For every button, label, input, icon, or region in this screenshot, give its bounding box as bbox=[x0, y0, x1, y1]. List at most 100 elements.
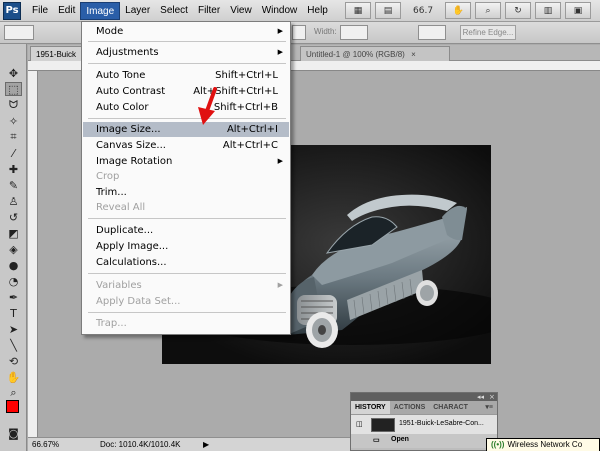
height-input[interactable] bbox=[418, 25, 446, 40]
menu-item-label: Duplicate... bbox=[96, 225, 154, 236]
menu-item-image-rotation[interactable]: Image Rotation ▶ bbox=[83, 154, 289, 169]
menu-image[interactable]: Image bbox=[80, 1, 121, 20]
zoom-tool-icon[interactable]: ⌕ bbox=[5, 386, 22, 400]
photoshop-logo: Ps bbox=[3, 1, 21, 20]
screen-mode-icon: ▣ bbox=[573, 5, 583, 16]
menu-item-crop[interactable]: Crop bbox=[83, 169, 289, 184]
tools-panel: ✥ ⬚ ᗢ ✧ ⌗ ⁄ ✚ ✎ ♙ ↺ ◩ ◈ ● ◔ ✒ T ➤ ╲ ⟲ ✋ … bbox=[0, 44, 27, 451]
tab-buick-document[interactable]: 1951-Buick bbox=[30, 46, 84, 61]
submenu-arrow-icon: ▶ bbox=[277, 48, 283, 56]
marquee-tool-icon[interactable]: ⬚ bbox=[5, 82, 22, 96]
rotate-icon: ↻ bbox=[514, 5, 522, 16]
wireless-network-notification[interactable]: ((•)) Wireless Network Co bbox=[486, 438, 600, 451]
menu-item-reveal-all[interactable]: Reveal All bbox=[83, 200, 289, 215]
healing-brush-tool-icon[interactable]: ✚ bbox=[5, 162, 22, 176]
hand-tool-icon[interactable]: ✋ bbox=[5, 370, 22, 384]
tab-untitled-document[interactable]: Untitled-1 @ 100% (RGB/8) × bbox=[300, 46, 450, 61]
snapshot-thumbnail bbox=[371, 418, 395, 432]
type-tool-icon[interactable]: T bbox=[5, 306, 22, 320]
crop-tool-icon[interactable]: ⌗ bbox=[5, 130, 22, 144]
menu-item-trap[interactable]: Trap... bbox=[83, 316, 289, 331]
eraser-tool-icon[interactable]: ◩ bbox=[5, 226, 22, 240]
bridge-icon: ▦ bbox=[353, 5, 363, 16]
magic-wand-tool-icon[interactable]: ✧ bbox=[5, 114, 22, 128]
width-label: Width: bbox=[314, 27, 337, 36]
zoom-level[interactable]: 66.7 bbox=[405, 6, 441, 16]
history-brush-source-icon[interactable]: ◫ bbox=[356, 420, 363, 428]
vertical-ruler bbox=[28, 71, 38, 437]
arrange-documents-button[interactable]: ▥ bbox=[535, 2, 562, 19]
path-selection-tool-icon[interactable]: ➤ bbox=[5, 322, 22, 336]
menu-item-adjustments[interactable]: Adjustments ▶ bbox=[83, 45, 289, 60]
tab-actions[interactable]: ACTIONS bbox=[390, 401, 430, 414]
panel-menu-icon[interactable]: ▾≡ bbox=[481, 401, 497, 414]
rotate-view-button[interactable]: ↻ bbox=[505, 2, 532, 19]
menu-layer[interactable]: Layer bbox=[120, 2, 155, 20]
menu-item-image-size[interactable]: Image Size... Alt+Ctrl+I bbox=[83, 122, 289, 137]
blur-tool-icon[interactable]: ● bbox=[5, 258, 22, 272]
menu-item-duplicate[interactable]: Duplicate... bbox=[83, 223, 289, 238]
menu-select[interactable]: Select bbox=[155, 2, 193, 20]
screen-mode-button[interactable]: ▣ bbox=[565, 2, 592, 19]
line-tool-icon[interactable]: ╲ bbox=[5, 338, 22, 352]
history-step-row[interactable]: ▭ Open bbox=[351, 434, 497, 448]
lasso-tool-icon[interactable]: ᗢ bbox=[5, 98, 22, 112]
menu-view[interactable]: View bbox=[225, 2, 257, 20]
application-bar: ▦ ▤ 66.7 ✋ ⌕ ↻ ▥ ▣ bbox=[345, 2, 592, 19]
pen-tool-icon[interactable]: ✒ bbox=[5, 290, 22, 304]
menu-item-apply-data-set[interactable]: Apply Data Set... bbox=[83, 294, 289, 309]
menu-item-calculations[interactable]: Calculations... bbox=[83, 255, 289, 270]
refine-edge-button[interactable]: Refine Edge... bbox=[460, 25, 516, 40]
bridge-button[interactable]: ▦ bbox=[345, 2, 371, 19]
tab-character[interactable]: CHARACT bbox=[429, 401, 472, 414]
menu-item-auto-tone[interactable]: Auto Tone Shift+Ctrl+L bbox=[83, 68, 289, 83]
menu-item-trim[interactable]: Trim... bbox=[83, 185, 289, 200]
view-extras-button[interactable]: ▤ bbox=[375, 2, 401, 19]
menu-item-variables[interactable]: Variables ▶ bbox=[83, 278, 289, 293]
menu-separator bbox=[88, 41, 286, 42]
close-icon[interactable]: × bbox=[411, 50, 416, 59]
menu-item-label: Mode bbox=[96, 26, 124, 37]
tab-label: Untitled-1 @ 100% (RGB/8) bbox=[306, 50, 405, 59]
close-icon[interactable]: × bbox=[489, 393, 495, 401]
menu-item-label: Auto Color bbox=[96, 102, 149, 113]
hand-tool-button[interactable]: ✋ bbox=[445, 2, 472, 19]
notification-label: Wireless Network Co bbox=[507, 440, 583, 449]
history-brush-tool-icon[interactable]: ↺ bbox=[5, 210, 22, 224]
status-menu-arrow-icon[interactable]: ▶ bbox=[203, 438, 209, 451]
collapse-icon[interactable]: ◂◂ bbox=[477, 393, 484, 401]
quick-mask-icon[interactable]: ◙ bbox=[5, 426, 22, 440]
history-snapshot-row[interactable]: ◫ 1951-Buick-LeSabre-Con... bbox=[351, 414, 497, 434]
paint-bucket-tool-icon[interactable]: ◈ bbox=[5, 242, 22, 256]
eyedropper-tool-icon[interactable]: ⁄ bbox=[5, 146, 22, 160]
snapshot-label: 1951-Buick-LeSabre-Con... bbox=[399, 420, 484, 427]
foreground-color-swatch[interactable] bbox=[6, 400, 19, 413]
brush-tool-icon[interactable]: ✎ bbox=[5, 178, 22, 192]
zoom-tool-button[interactable]: ⌕ bbox=[475, 2, 502, 19]
menu-item-label: Crop bbox=[96, 171, 120, 182]
menu-filter[interactable]: Filter bbox=[193, 2, 225, 20]
red-arrow-icon bbox=[198, 87, 217, 125]
menu-item-apply-image[interactable]: Apply Image... bbox=[83, 239, 289, 254]
menu-item-auto-color[interactable]: Auto Color Shift+Ctrl+B bbox=[83, 100, 289, 115]
style-dropdown[interactable] bbox=[292, 25, 306, 40]
menu-help[interactable]: Help bbox=[302, 2, 333, 20]
3d-tool-icon[interactable]: ⟲ bbox=[5, 354, 22, 368]
submenu-arrow-icon: ▶ bbox=[277, 157, 283, 165]
menu-item-label: Auto Contrast bbox=[96, 86, 166, 97]
submenu-arrow-icon: ▶ bbox=[277, 281, 283, 289]
status-zoom[interactable]: 66.67% bbox=[32, 438, 59, 451]
width-input[interactable] bbox=[340, 25, 368, 40]
menu-window[interactable]: Window bbox=[257, 2, 303, 20]
move-tool-icon[interactable]: ✥ bbox=[5, 66, 22, 80]
tool-preset-picker[interactable] bbox=[4, 25, 34, 40]
status-bar: 66.67% Doc: 1010.4K/1010.4K ▶ bbox=[28, 437, 368, 451]
tab-history[interactable]: HISTORY bbox=[351, 401, 390, 414]
menu-edit[interactable]: Edit bbox=[53, 2, 80, 20]
menu-file[interactable]: File bbox=[27, 2, 53, 20]
menu-item-mode[interactable]: Mode ▶ bbox=[83, 24, 289, 39]
menu-item-canvas-size[interactable]: Canvas Size... Alt+Ctrl+C bbox=[83, 138, 289, 153]
clone-stamp-tool-icon[interactable]: ♙ bbox=[5, 194, 22, 208]
dodge-tool-icon[interactable]: ◔ bbox=[5, 274, 22, 288]
menu-item-auto-contrast[interactable]: Auto Contrast Alt+Shift+Ctrl+L bbox=[83, 84, 289, 99]
